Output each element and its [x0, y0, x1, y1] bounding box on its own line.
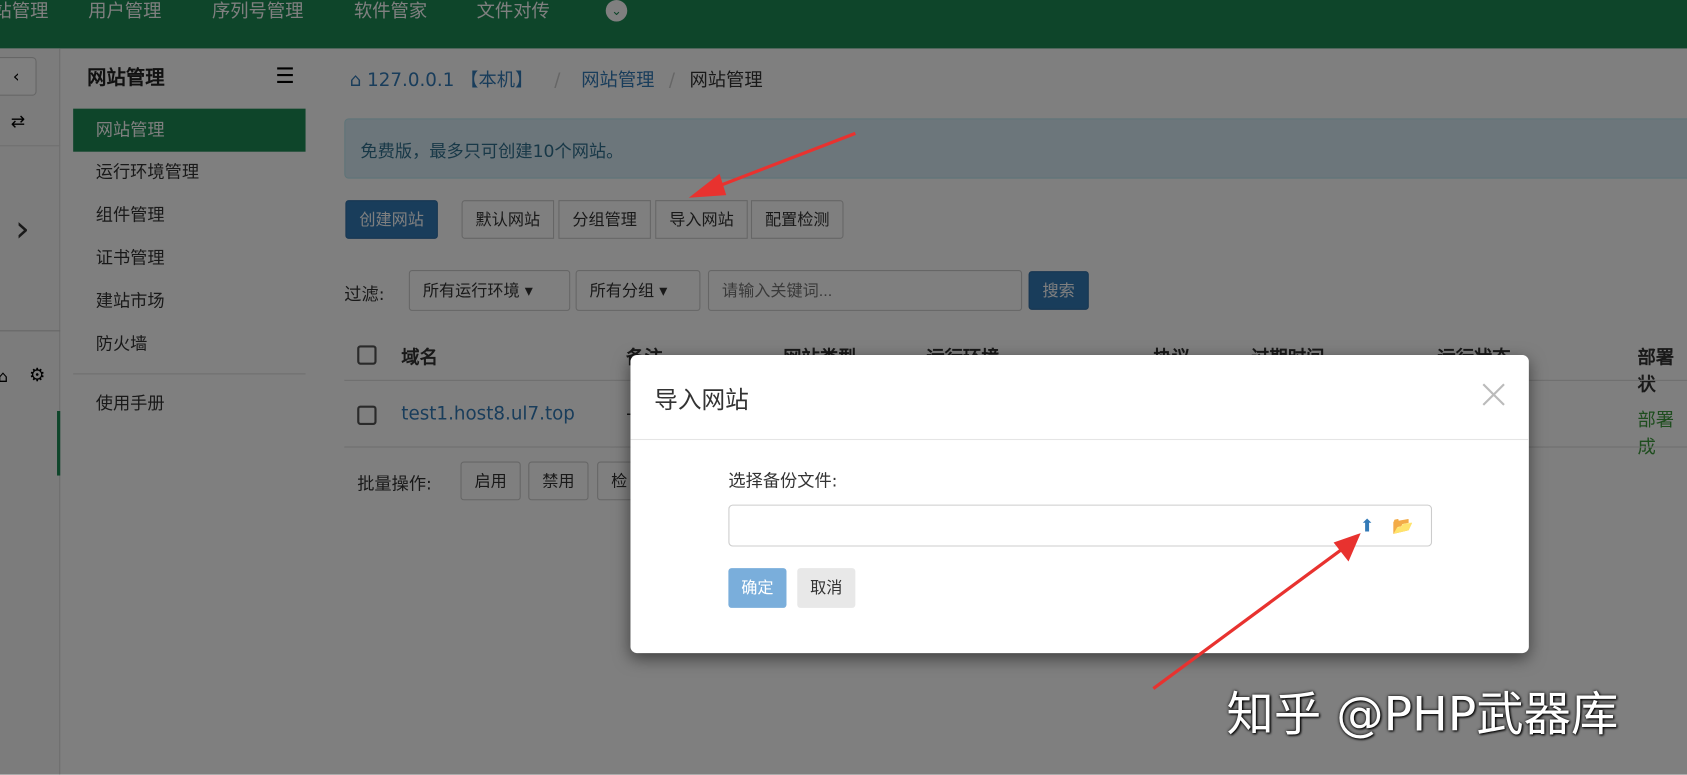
arrow-to-upload — [1152, 533, 1361, 690]
watermark: 知乎 @PHP武器库 — [1226, 687, 1619, 743]
annotation-arrows — [688, 131, 1361, 690]
arrow-to-import — [688, 131, 856, 198]
